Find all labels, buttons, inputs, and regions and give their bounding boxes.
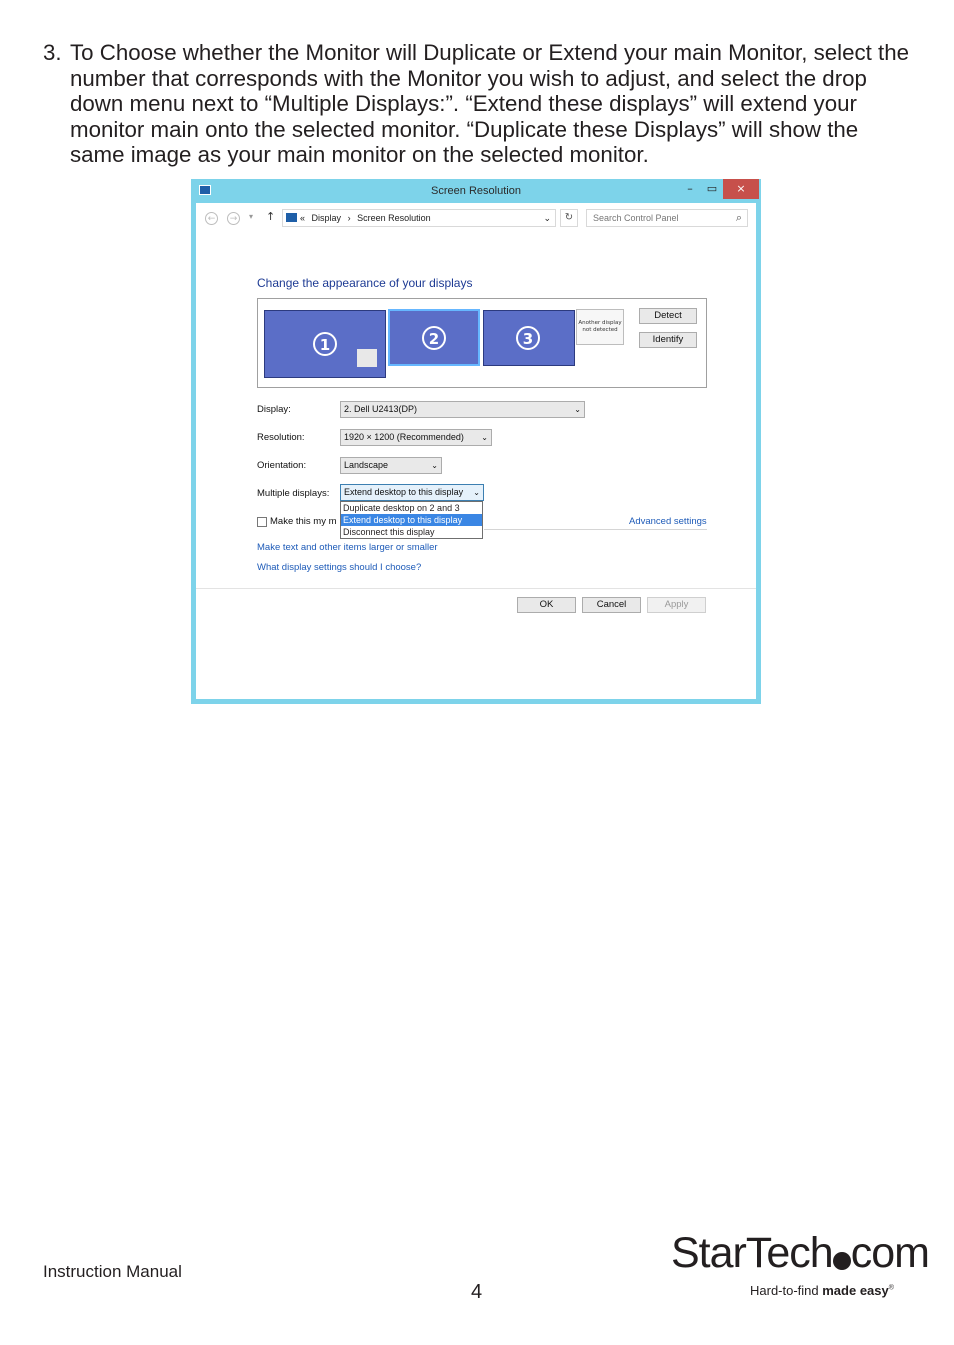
screen-resolution-window: Screen Resolution – ▭ × ← → ▾ ↑ « Displa… — [191, 179, 761, 704]
address-bar: ← → ▾ ↑ « Display › Screen Resolution ⌄ … — [196, 203, 756, 235]
display-help-link[interactable]: What display settings should I choose? — [257, 562, 421, 573]
monitor-1[interactable]: 1 — [264, 310, 386, 378]
breadcrumb-screen-resolution[interactable]: Screen Resolution — [357, 213, 431, 223]
divider — [484, 529, 707, 530]
recent-pages-chevron-icon[interactable]: ▾ — [249, 212, 253, 221]
another-display-placeholder: Another display not detected — [576, 309, 624, 345]
make-main-display-label[interactable]: Make this my m — [270, 516, 337, 527]
monitor-2[interactable]: 2 — [388, 309, 480, 366]
logo-text-com: com — [850, 1229, 930, 1277]
address-field[interactable]: « Display › Screen Resolution ⌄ — [282, 209, 556, 227]
instruction-step: 3. To Choose whether the Monitor will Du… — [43, 40, 913, 168]
tagline-bold: made easy — [822, 1283, 889, 1298]
chevron-down-icon: ⌄ — [473, 488, 480, 497]
breadcrumb-separator-icon: › — [347, 213, 351, 223]
advanced-settings-link[interactable]: Advanced settings — [629, 516, 707, 527]
step-number: 3. — [43, 40, 62, 65]
dropdown-option-disconnect[interactable]: Disconnect this display — [341, 526, 482, 538]
search-input[interactable]: Search Control Panel ⌕ — [586, 209, 748, 227]
title-bar: Screen Resolution – ▭ × — [191, 179, 761, 203]
address-dropdown-icon[interactable]: ⌄ — [543, 210, 551, 226]
forward-arrow-icon[interactable]: → — [227, 212, 240, 225]
step-text: To Choose whether the Monitor will Dupli… — [70, 40, 910, 167]
multiple-displays-select-value: Extend desktop to this display — [344, 487, 464, 497]
display-select[interactable]: 2. Dell U2413(DP) ⌄ — [340, 401, 585, 418]
identify-button[interactable]: Identify — [639, 332, 697, 348]
registered-mark: ® — [888, 1284, 894, 1292]
up-arrow-icon[interactable]: ↑ — [266, 210, 275, 223]
resolution-select[interactable]: 1920 × 1200 (Recommended) ⌄ — [340, 429, 492, 446]
multiple-displays-dropdown-list: Duplicate desktop on 2 and 3 Extend desk… — [340, 501, 483, 539]
window-client: ← → ▾ ↑ « Display › Screen Resolution ⌄ … — [196, 203, 756, 699]
dropdown-option-duplicate[interactable]: Duplicate desktop on 2 and 3 — [341, 502, 482, 514]
logo-dot-icon — [832, 1252, 851, 1270]
resolution-select-value: 1920 × 1200 (Recommended) — [344, 432, 464, 442]
orientation-select[interactable]: Landscape ⌄ — [340, 457, 442, 474]
multiple-displays-label: Multiple displays: — [257, 488, 330, 499]
display-arrangement-area: 1 2 3 Another display not detected Detec… — [257, 298, 707, 388]
monitor-3-number: 3 — [516, 326, 540, 350]
logo-text-startech: StarTech — [671, 1229, 834, 1277]
monitor-2-number: 2 — [422, 326, 446, 350]
back-arrow-icon[interactable]: ← — [205, 212, 218, 225]
chevron-down-icon: ⌄ — [431, 461, 438, 470]
page-number: 4 — [471, 1281, 483, 1303]
monitor-1-number: 1 — [313, 332, 337, 356]
instruction-manual-label: Instruction Manual — [43, 1262, 182, 1281]
display-label: Display: — [257, 404, 291, 415]
search-placeholder: Search Control Panel — [593, 213, 679, 223]
logo-tagline: Hard-to-find made easy® — [750, 1283, 894, 1298]
text-size-link[interactable]: Make text and other items larger or smal… — [257, 542, 438, 553]
page-heading: Change the appearance of your displays — [257, 276, 473, 290]
tagline-regular: Hard-to-find — [750, 1283, 823, 1298]
search-icon[interactable]: ⌕ — [736, 210, 742, 226]
detect-button[interactable]: Detect — [639, 308, 697, 324]
breadcrumb-overflow[interactable]: « — [300, 213, 305, 223]
footer-divider — [196, 588, 756, 589]
chevron-down-icon: ⌄ — [481, 433, 488, 442]
refresh-icon[interactable]: ↻ — [560, 209, 578, 227]
cancel-button[interactable]: Cancel — [582, 597, 641, 613]
display-select-value: 2. Dell U2413(DP) — [344, 404, 418, 414]
ok-button[interactable]: OK — [517, 597, 576, 613]
startech-logo: StarTech com — [671, 1229, 930, 1277]
chevron-down-icon: ⌄ — [574, 405, 581, 414]
start-screen-icon — [357, 349, 377, 367]
close-button[interactable]: × — [723, 179, 759, 199]
maximize-button[interactable]: ▭ — [699, 179, 725, 199]
multiple-displays-select[interactable]: Extend desktop to this display ⌄ — [340, 484, 484, 501]
orientation-select-value: Landscape — [344, 460, 389, 470]
resolution-label: Resolution: — [257, 432, 305, 443]
dropdown-option-extend[interactable]: Extend desktop to this display — [341, 514, 482, 526]
make-main-display-checkbox[interactable] — [257, 517, 267, 527]
breadcrumb-display[interactable]: Display — [312, 213, 342, 223]
window-title: Screen Resolution — [431, 185, 521, 197]
apply-button[interactable]: Apply — [647, 597, 706, 613]
monitor-3[interactable]: 3 — [483, 310, 575, 366]
orientation-label: Orientation: — [257, 460, 307, 471]
control-panel-icon — [286, 213, 297, 222]
